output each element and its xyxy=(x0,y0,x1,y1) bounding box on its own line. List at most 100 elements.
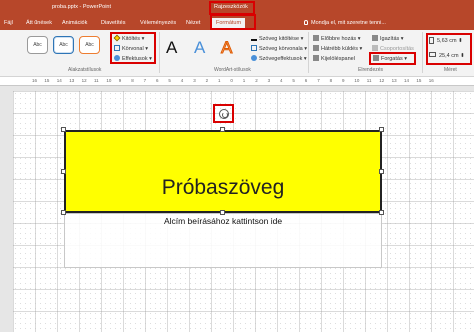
group-button[interactable]: Csoportosítás xyxy=(372,45,414,52)
lightbulb-icon xyxy=(304,20,308,25)
ruler-tick: 3 xyxy=(267,78,271,83)
ruler-tick: 11 xyxy=(366,78,372,83)
group-label-size: Méret xyxy=(444,67,457,73)
ruler-tick: 14 xyxy=(404,78,410,83)
ruler-tick: 2 xyxy=(255,78,258,83)
ruler-tick: 8 xyxy=(329,78,333,83)
resize-handle-bottom-left[interactable] xyxy=(61,210,66,215)
text-fill-label: Szöveg kitöltése xyxy=(259,36,300,42)
align-button[interactable]: Igazítás ▾ xyxy=(372,35,404,42)
bring-forward-button[interactable]: Előbbre hozás ▾ xyxy=(313,35,360,42)
group-divider xyxy=(308,32,309,73)
shape-style-gallery-item[interactable]: Abc xyxy=(53,36,74,54)
ruler-tick: 1 xyxy=(242,78,246,83)
wordart-style-item[interactable]: A xyxy=(194,38,205,58)
horizontal-ruler: 16 15 14 13 12 11 10 9 8 7 6 5 4 3 2 1 0 1 2 3 4 5 6 7 8 9 10 11 12 1… xyxy=(0,77,474,86)
size-highlight xyxy=(426,33,472,65)
resize-handle-top[interactable] xyxy=(220,127,225,132)
shape-effects-label: Effektusok xyxy=(122,56,148,62)
tab-view[interactable]: Nézet xyxy=(186,20,200,26)
ruler-tick: 10 xyxy=(106,78,112,83)
group-objects-icon xyxy=(372,45,378,51)
bring-forward-icon xyxy=(313,35,319,41)
ruler-tick: 8 xyxy=(131,78,134,83)
ruler-tick: 15 xyxy=(44,78,50,83)
resize-handle-top-right[interactable] xyxy=(379,127,384,132)
tab-transitions[interactable]: Átt űnések xyxy=(26,20,52,26)
ruler-tick: 1 xyxy=(218,78,221,83)
shape-fill-label: Kitöltés xyxy=(122,36,141,42)
tab-slideshow[interactable]: Diavetítés xyxy=(101,20,125,26)
send-backward-icon xyxy=(313,45,319,51)
ruler-tick: 13 xyxy=(391,78,397,83)
tell-me-text: Mondja el, mit szeretne tenni... xyxy=(311,20,386,26)
ruler-tick: 12 xyxy=(379,78,385,83)
effects-icon xyxy=(114,55,120,61)
ruler-tick: 5 xyxy=(168,78,171,83)
shape-outline-label: Körvonal xyxy=(122,46,144,52)
resize-handle-right[interactable] xyxy=(379,169,384,174)
ruler-tick: 0 xyxy=(230,78,233,83)
ruler-tick: 4 xyxy=(280,78,283,83)
shape-style-gallery-item[interactable]: Abc xyxy=(27,36,48,54)
ruler-tick: 7 xyxy=(143,78,147,83)
text-effects-label: Szövegeffektusok xyxy=(259,56,303,62)
ruler-tick: 14 xyxy=(56,78,62,83)
ruler-tick: 6 xyxy=(156,78,159,83)
group-divider xyxy=(422,32,423,73)
align-icon xyxy=(372,35,378,41)
tab-file[interactable]: Fájl xyxy=(4,20,13,26)
paint-bucket-icon xyxy=(113,34,121,42)
ruler-tick: 9 xyxy=(342,78,345,83)
group-label-arrange: Elrendezés xyxy=(358,67,384,73)
ruler-tick: 5 xyxy=(292,78,295,83)
group-label-shape-styles: Alakzatstílusok xyxy=(68,67,102,73)
bring-forward-label: Előbbre hozás xyxy=(321,36,357,42)
context-group-highlight xyxy=(209,1,255,15)
resize-handle-bottom[interactable] xyxy=(220,210,225,215)
resize-handle-top-left[interactable] xyxy=(61,127,66,132)
group-label-wordart: WordArt-stílusok xyxy=(214,67,251,73)
shape-style-gallery-item[interactable]: Abc xyxy=(79,36,100,54)
ruler-tick: 11 xyxy=(94,78,99,83)
ruler-tick: 2 xyxy=(205,78,209,83)
rotate-highlight xyxy=(369,52,416,65)
pen-icon xyxy=(114,45,120,51)
ruler-tick: 13 xyxy=(69,78,75,83)
ruler-tick: 9 xyxy=(118,78,122,83)
text-fill-icon xyxy=(251,35,257,41)
wordart-style-item[interactable]: A xyxy=(220,38,232,58)
align-label: Igazítás xyxy=(380,36,400,42)
selection-pane-label: Kijelöléspanel xyxy=(321,56,355,62)
ruler-tick: 10 xyxy=(354,78,360,83)
title-text[interactable]: Próbaszöveg xyxy=(64,176,382,200)
text-outline-label: Szöveg körvonala xyxy=(259,46,303,52)
shape-outline-button[interactable]: Körvonal ▾ xyxy=(114,45,148,52)
format-tab-highlight xyxy=(210,14,256,30)
ruler-tick: 6 xyxy=(304,78,308,83)
selection-pane-button[interactable]: Kijelöléspanel xyxy=(313,55,355,62)
title-shape[interactable] xyxy=(64,130,382,213)
ruler-tick: 3 xyxy=(193,78,196,83)
shape-effects-button[interactable]: Effektusok ▾ xyxy=(114,55,152,62)
subtitle-placeholder-text[interactable]: Alcím beírásához kattintson ide xyxy=(64,216,382,226)
send-backward-label: Hátrébb küldés xyxy=(321,46,358,52)
text-fill-button[interactable]: Szöveg kitöltése ▾ xyxy=(251,35,303,42)
ruler-tick: 16 xyxy=(32,78,38,83)
tell-me-search[interactable]: Mondja el, mit szeretne tenni... xyxy=(304,20,386,26)
ruler-tick: 12 xyxy=(81,78,87,83)
ruler-tick: 7 xyxy=(317,78,320,83)
tab-review[interactable]: Véleményezés xyxy=(140,20,176,26)
text-outline-icon xyxy=(251,45,257,51)
ruler-tick: 4 xyxy=(180,78,184,83)
shape-fill-button[interactable]: Kitöltés ▾ xyxy=(113,34,144,42)
send-backward-button[interactable]: Hátrébb küldés ▾ xyxy=(313,45,362,52)
rotation-handle-highlight xyxy=(213,104,234,123)
resize-handle-bottom-right[interactable] xyxy=(379,210,384,215)
resize-handle-left[interactable] xyxy=(61,169,66,174)
text-outline-button[interactable]: Szöveg körvonala ▾ xyxy=(251,45,307,52)
wordart-style-item[interactable]: A xyxy=(166,38,177,58)
text-effects-icon xyxy=(251,55,257,61)
text-effects-button[interactable]: Szövegeffektusok ▾ xyxy=(251,55,307,62)
tab-animations[interactable]: Animációk xyxy=(62,20,87,26)
